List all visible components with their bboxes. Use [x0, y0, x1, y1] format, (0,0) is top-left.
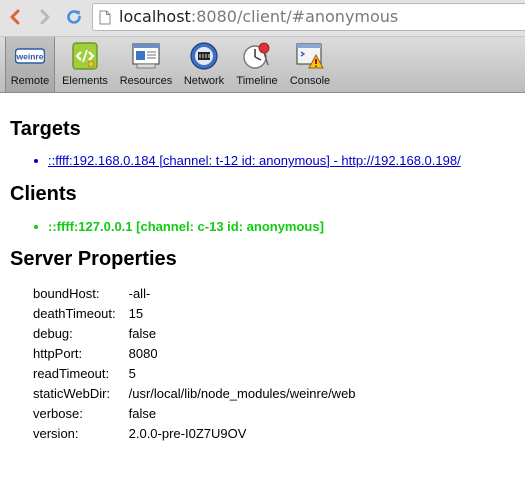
weinre-logo-text: weinre — [16, 52, 44, 62]
toolbar-resources-label: Resources — [119, 75, 173, 87]
target-link[interactable]: ::ffff:192.168.0.184 [channel: t-12 id: … — [48, 153, 461, 168]
url-path: :8080/client/#anonymous — [190, 7, 399, 26]
property-key: version: — [33, 426, 79, 441]
resources-icon — [132, 43, 160, 69]
table-row: boundHost: -all- — [30, 284, 360, 304]
url-host: localhost — [119, 7, 191, 26]
client-item: ::ffff:127.0.0.1 [channel: c-13 id: anon… — [30, 219, 324, 235]
property-key: deathTimeout: — [33, 306, 116, 321]
back-button[interactable] — [4, 6, 26, 28]
server-properties-heading: Server Properties — [10, 248, 177, 270]
property-key: staticWebDir: — [33, 386, 111, 401]
property-value: -all- — [128, 286, 151, 301]
toolbar-elements-label: Elements — [62, 75, 108, 87]
weinre-toolbar: weinre Remote Elements Resources Network… — [0, 37, 525, 93]
address-bar[interactable]: localhost:8080/client/#anonymous — [92, 3, 525, 31]
property-value: 15 — [128, 306, 144, 321]
toolbar-console-label: Console — [289, 75, 331, 87]
table-row: deathTimeout: 15 — [30, 304, 360, 324]
bullet-icon — [34, 225, 38, 229]
console-icon — [296, 43, 324, 69]
network-icon — [190, 42, 218, 70]
targets-list: ::ffff:192.168.0.184 [channel: t-12 id: … — [30, 153, 461, 169]
target-item[interactable]: ::ffff:192.168.0.184 [channel: t-12 id: … — [30, 153, 461, 169]
weinre-logo-icon: weinre — [15, 48, 45, 64]
toolbar-network-label: Network — [183, 75, 225, 87]
url-text: localhost:8080/client/#anonymous — [119, 8, 398, 26]
property-value: /usr/local/lib/node_modules/weinre/web — [128, 386, 356, 401]
property-key: boundHost: — [33, 286, 100, 301]
table-row: debug: false — [30, 324, 360, 344]
targets-heading: Targets — [10, 118, 81, 140]
forward-arrow-icon — [40, 9, 50, 25]
toolbar-console[interactable]: Console — [285, 37, 335, 92]
bullet-icon — [34, 159, 38, 163]
reload-button[interactable] — [63, 6, 85, 28]
table-row: version: 2.0.0-pre-I0Z7U9OV — [30, 424, 360, 444]
timeline-icon — [243, 42, 270, 69]
client-text: ::ffff:127.0.0.1 [channel: c-13 id: anon… — [48, 219, 324, 234]
toolbar-timeline[interactable]: Timeline — [233, 37, 281, 92]
clients-list: ::ffff:127.0.0.1 [channel: c-13 id: anon… — [30, 219, 324, 235]
toolbar-resources[interactable]: Resources — [116, 37, 176, 92]
forward-button[interactable] — [34, 6, 56, 28]
page-icon — [99, 10, 111, 25]
clients-heading: Clients — [10, 183, 77, 205]
toolbar-remote[interactable]: weinre Remote — [5, 37, 55, 92]
browser-chrome: localhost:8080/client/#anonymous — [0, 0, 525, 37]
property-key: verbose: — [33, 406, 83, 421]
property-value: false — [128, 326, 157, 341]
table-row: readTimeout: 5 — [30, 364, 360, 384]
table-row: httpPort: 8080 — [30, 344, 360, 364]
toolbar-remote-label: Remote — [10, 75, 50, 87]
property-value: 8080 — [128, 346, 158, 361]
property-value: false — [128, 406, 157, 421]
back-arrow-icon — [10, 9, 20, 25]
property-key: httpPort: — [33, 346, 83, 361]
toolbar-network[interactable]: Network — [180, 37, 228, 92]
table-row: verbose: false — [30, 404, 360, 424]
property-key: readTimeout: — [33, 366, 110, 381]
elements-icon — [72, 42, 98, 70]
reload-icon — [67, 10, 81, 24]
property-value: 2.0.0-pre-I0Z7U9OV — [128, 426, 247, 441]
table-row: staticWebDir: /usr/local/lib/node_modules… — [30, 384, 360, 404]
toolbar-timeline-label: Timeline — [236, 75, 278, 87]
toolbar-elements[interactable]: Elements — [57, 37, 113, 92]
property-key: debug: — [33, 326, 73, 341]
property-value: 5 — [128, 366, 136, 381]
server-properties-table: boundHost: -all- deathTimeout: 15 debug: fa… — [30, 284, 360, 444]
